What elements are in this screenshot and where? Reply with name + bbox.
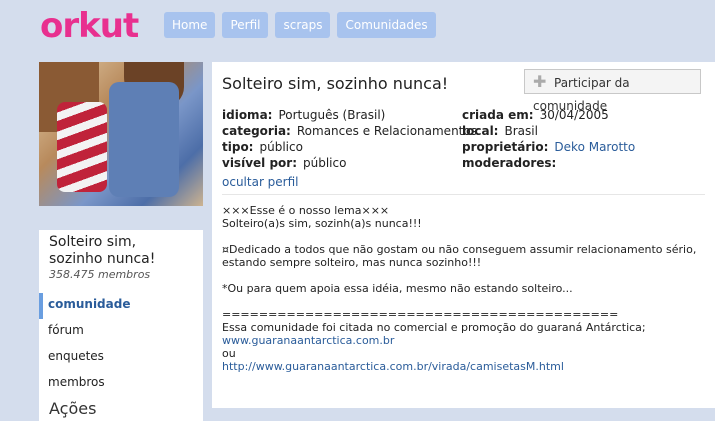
info-value: público — [303, 156, 347, 170]
menu-item-forum[interactable]: fórum — [39, 319, 203, 345]
desc-line: ×××Esse é o nosso lema××× — [222, 204, 390, 217]
desc-line: estando sempre solteiro, mas nunca sozin… — [222, 256, 482, 269]
community-photo — [39, 62, 203, 206]
member-count: 358.475 membros — [49, 268, 151, 281]
info-value: Brasil — [504, 124, 538, 138]
info-key: local: — [462, 124, 499, 138]
owner-link[interactable]: Deko Marotto — [554, 139, 635, 155]
info-value: Romances e Relacionamentos — [296, 124, 477, 138]
info-right: criada em: 30/04/2005 local: Brasil propri… — [462, 107, 635, 171]
info-value: 30/04/2005 — [539, 108, 609, 122]
community-description: ×××Esse é o nosso lema××× Solteiro(a)s s… — [222, 204, 702, 373]
desc-line: ou — [222, 347, 236, 360]
desc-line: ========================================… — [222, 308, 619, 321]
info-value: Português (Brasil) — [278, 108, 386, 122]
nav-perfil-button[interactable]: Perfil — [222, 12, 269, 38]
menu-item-enquetes[interactable]: enquetes — [39, 345, 203, 371]
info-key: idioma: — [222, 108, 273, 122]
guarana-link[interactable]: www.guaranaantarctica.com.br — [222, 334, 702, 347]
community-sidebar: Solteiro sim, sozinho nunca! 358.475 mem… — [39, 62, 203, 421]
nav-comunidades-button[interactable]: Comunidades — [337, 12, 436, 38]
community-main: Solteiro sim, sozinho nunca! ✚ Participar… — [212, 62, 715, 408]
info-key: proprietário: — [462, 140, 549, 154]
plus-icon: ✚ — [533, 72, 547, 91]
desc-line: ¤Dedicado a todos que não gostam ou não … — [222, 243, 697, 256]
desc-line: Essa comunidade foi citada no comercial … — [222, 321, 646, 334]
info-key: tipo: — [222, 140, 254, 154]
info-key: visível por: — [222, 156, 297, 170]
hide-profile-link[interactable]: ocultar perfil — [222, 175, 299, 189]
divider — [222, 194, 705, 195]
desc-line: Solteiro(a)s sim, sozinh(a)s nunca!!! — [222, 217, 422, 230]
info-key: categoria: — [222, 124, 291, 138]
info-value: público — [259, 140, 303, 154]
nav-scraps-button[interactable]: scraps — [275, 12, 331, 38]
info-left: idioma: Português (Brasil) categoria: Roma… — [222, 107, 477, 171]
acoes-heading: Ações — [49, 399, 97, 418]
nav-home-button[interactable]: Home — [164, 12, 216, 38]
orkut-logo[interactable]: orkut — [40, 6, 139, 46]
menu-item-membros[interactable]: membros — [39, 371, 203, 397]
join-community-button[interactable]: ✚ Participar da comunidade — [524, 69, 701, 113]
info-key: criada em: — [462, 108, 534, 122]
info-key: moderadores: — [462, 156, 557, 170]
top-nav: Home Perfil scraps Comunidades — [164, 12, 436, 38]
sidebar-community-name: Solteiro sim, sozinho nunca! — [49, 234, 156, 267]
menu-item-comunidade[interactable]: comunidade — [39, 293, 203, 319]
desc-line: *Ou para quem apoia essa idéia, mesmo nã… — [222, 282, 573, 295]
camisetas-link[interactable]: http://www.guaranaantarctica.com.br/vira… — [222, 360, 702, 373]
community-menu: comunidade fórum enquetes membros — [39, 293, 203, 397]
